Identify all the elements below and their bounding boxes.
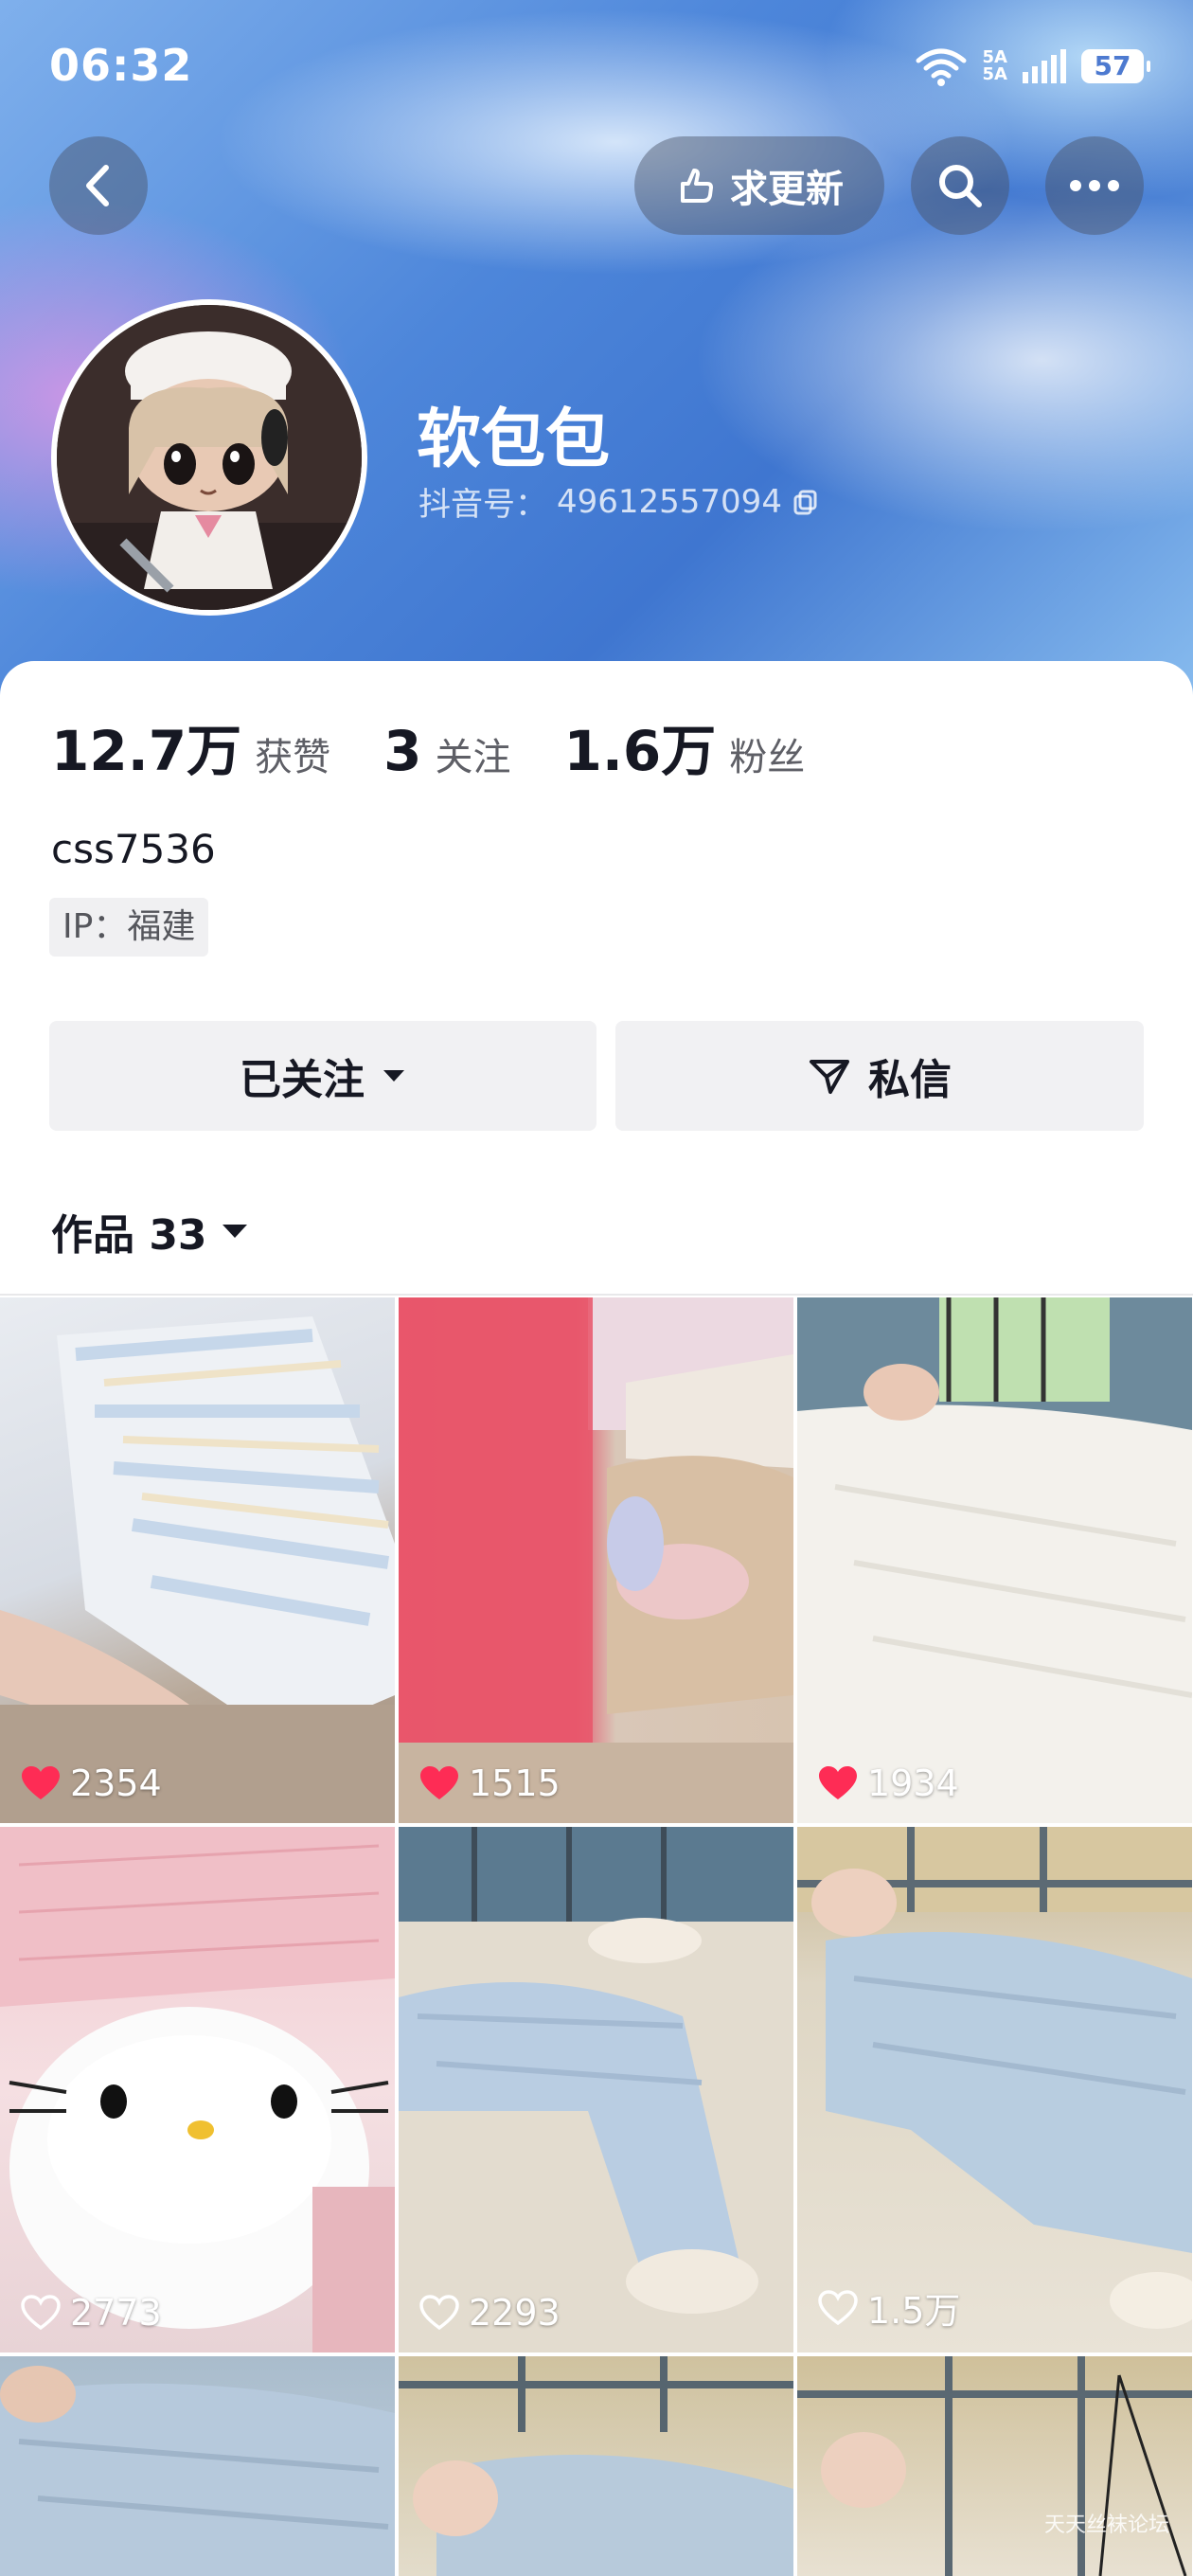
request-update-button[interactable]: 求更新 xyxy=(634,136,884,235)
network-type: 5A 5A xyxy=(982,47,1007,84)
battery-icon: 57 xyxy=(1081,49,1150,83)
video-preview-image xyxy=(797,1297,1192,1823)
video-preview-image xyxy=(797,2356,1192,2576)
video-thumbnail[interactable]: 1.5万 xyxy=(797,1827,1192,2352)
signal-icon xyxy=(1023,49,1066,83)
ip-location-badge: IP：福建 xyxy=(49,898,209,957)
followers-label[interactable]: 粉丝 xyxy=(729,726,805,781)
like-count: 1934 xyxy=(818,1762,959,1804)
message-button[interactable]: 私信 xyxy=(615,1021,1144,1131)
video-thumbnail[interactable]: 天天丝袜论坛 xyxy=(797,2356,1192,2576)
video-thumbnail[interactable]: 2773 xyxy=(0,1827,395,2352)
video-thumbnail[interactable] xyxy=(399,2356,793,2576)
more-icon xyxy=(1070,180,1119,191)
bio-handle: css7536 xyxy=(51,826,216,872)
video-preview-image xyxy=(0,1827,395,2352)
like-count-value: 1515 xyxy=(469,1762,561,1804)
like-count: 2773 xyxy=(21,2292,162,2334)
like-count: 1.5万 xyxy=(818,2281,960,2334)
like-count: 2293 xyxy=(419,2292,561,2334)
works-label: 作品 33 xyxy=(51,1211,207,1260)
heart-outline-icon xyxy=(419,2295,459,2331)
video-preview-image xyxy=(399,2356,793,2576)
douyin-id: 抖音号： 49612557094 xyxy=(418,478,820,525)
video-preview-image xyxy=(797,1827,1192,2329)
douyin-id-label: 抖音号： xyxy=(418,486,547,524)
like-count: 1515 xyxy=(419,1762,561,1804)
like-count-value: 2773 xyxy=(70,2292,162,2334)
status-time: 06:32 xyxy=(49,40,193,91)
heart-outline-icon xyxy=(21,2295,61,2331)
search-icon xyxy=(939,165,982,207)
works-tab[interactable]: 作品 33 xyxy=(51,1201,249,1261)
heart-filled-icon xyxy=(819,1766,857,1799)
divider xyxy=(0,1294,1193,1296)
video-preview-image xyxy=(399,1297,793,1823)
chevron-left-icon xyxy=(86,165,109,206)
video-thumbnail[interactable]: 1934 xyxy=(797,1297,1192,1823)
douyin-id-value: 49612557094 xyxy=(557,482,782,521)
caret-down-icon xyxy=(222,1225,247,1238)
likes-label: 获赞 xyxy=(255,736,331,779)
video-thumbnail[interactable]: 2354 xyxy=(0,1297,395,1823)
following-label[interactable]: 关注 xyxy=(435,726,510,781)
video-preview-image xyxy=(0,1316,395,1823)
search-button[interactable] xyxy=(911,136,1009,235)
heart-filled-icon xyxy=(22,1766,60,1799)
like-count-value: 2293 xyxy=(469,2292,561,2334)
send-message-icon xyxy=(810,1060,849,1094)
more-button[interactable] xyxy=(1045,136,1144,235)
video-thumbnail[interactable]: 1515 xyxy=(399,1297,793,1823)
message-label: 私信 xyxy=(868,1056,952,1104)
profile-stats: 12.7万 获赞 3 关注 1.6万 粉丝 xyxy=(51,707,858,786)
pointing-hand-icon xyxy=(681,169,713,203)
followed-button[interactable]: 已关注 xyxy=(49,1021,596,1131)
caret-down-icon xyxy=(383,1070,404,1082)
following-count[interactable]: 3 xyxy=(383,719,421,783)
wifi-icon xyxy=(916,48,967,86)
likes-count: 12.7万 xyxy=(51,719,242,783)
request-update-label: 求更新 xyxy=(730,168,844,211)
video-thumbnail[interactable]: 2293 xyxy=(399,1827,793,2352)
nickname: 软包包 xyxy=(417,402,611,477)
heart-outline-icon xyxy=(818,2289,858,2325)
status-icons: 5A 5A 57 xyxy=(915,45,1150,87)
video-preview-image xyxy=(0,2366,395,2576)
followed-label: 已关注 xyxy=(240,1056,365,1104)
watermark-text: 天天丝袜论坛 xyxy=(1043,2513,1169,2537)
back-button[interactable] xyxy=(49,136,148,235)
followers-count[interactable]: 1.6万 xyxy=(563,707,716,786)
like-count-value: 1.5万 xyxy=(867,2290,961,2332)
video-preview-image xyxy=(399,1827,793,2352)
like-count: 2354 xyxy=(21,1762,162,1804)
copy-icon[interactable] xyxy=(792,488,820,516)
like-count-value: 1934 xyxy=(867,1762,959,1804)
heart-filled-icon xyxy=(420,1766,458,1799)
like-count-value: 2354 xyxy=(70,1762,162,1804)
anime-chef-girl-avatar-icon xyxy=(57,305,362,610)
video-thumbnail[interactable] xyxy=(0,2356,395,2576)
avatar[interactable] xyxy=(51,299,367,616)
